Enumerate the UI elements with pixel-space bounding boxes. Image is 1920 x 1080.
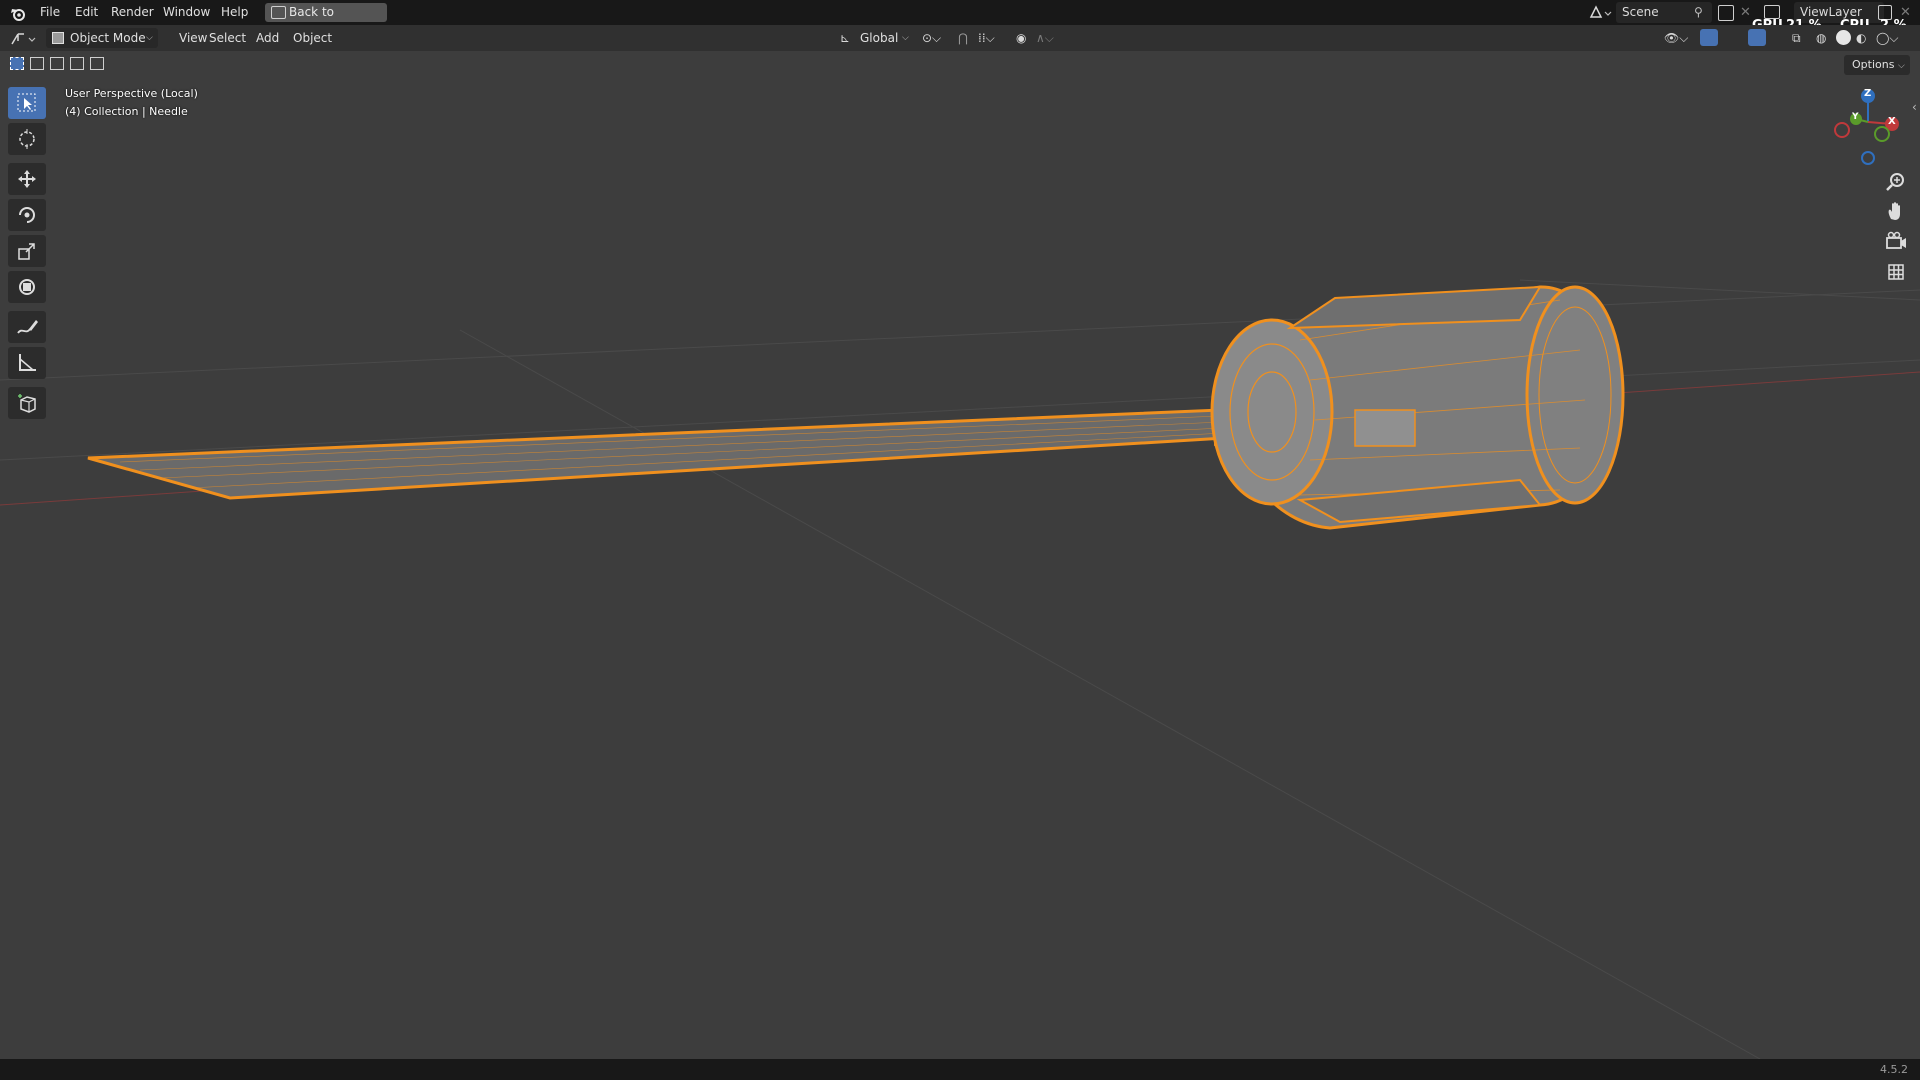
orientation-dropdown[interactable]: ⊾ Global ⌵: [836, 28, 914, 48]
move-tool[interactable]: [8, 163, 46, 195]
gizmo-toggle-icon[interactable]: [1700, 29, 1718, 46]
scale-tool[interactable]: [8, 235, 46, 267]
sidebar-toggle-icon[interactable]: ‹: [1912, 100, 1917, 114]
hand-icon: [1888, 202, 1900, 220]
header-menu-add[interactable]: Add: [251, 25, 284, 51]
menu-file[interactable]: File: [34, 0, 66, 25]
overlay-toggle-icon[interactable]: [1748, 29, 1766, 46]
snap-toggle-icon[interactable]: ⋂: [958, 25, 968, 51]
object-mode-label: Object Mode: [70, 31, 146, 45]
object-mode-dropdown[interactable]: Object Mode ⌵: [46, 28, 158, 48]
version-label: 4.5.2: [1880, 1063, 1908, 1076]
visibility-icon[interactable]: 👁⌵: [1664, 25, 1688, 51]
new-scene-icon[interactable]: [1718, 5, 1734, 21]
chevron-down-icon: ⌵: [902, 33, 909, 43]
rendered-shading-icon[interactable]: ◯⌵: [1876, 25, 1899, 51]
needle-object[interactable]: [87, 285, 1625, 530]
pan-button[interactable]: [1883, 199, 1909, 225]
top-bar: File Edit Render Window Help Back to Pre…: [0, 0, 1920, 38]
scale-icon: [18, 243, 35, 260]
zoom-button[interactable]: [1883, 169, 1909, 195]
delete-scene-icon[interactable]: ✕: [1740, 0, 1751, 25]
scene-selector-icon[interactable]: [1588, 4, 1614, 21]
measure-tool[interactable]: [8, 347, 46, 379]
gizmo-x-label: X: [1888, 116, 1896, 127]
pivot-point-icon[interactable]: ⊙⌵: [922, 25, 941, 51]
menu-help[interactable]: Help: [215, 0, 254, 25]
menu-render[interactable]: Render: [105, 0, 160, 25]
header-menu-object[interactable]: Object: [288, 25, 337, 51]
navigation-gizmo[interactable]: Z X Y: [1830, 84, 1910, 168]
3d-viewport[interactable]: User Perspective (Local) (4) Collection …: [0, 51, 1920, 1059]
transform-icon: [19, 279, 35, 295]
measure-icon: [19, 354, 36, 371]
pin-icon[interactable]: ⚲: [1694, 2, 1703, 23]
add-cube-icon: [18, 394, 36, 413]
zoom-icon: [1886, 173, 1904, 191]
rotate-tool[interactable]: [8, 199, 46, 231]
viewport-perspective-label: User Perspective (Local): [65, 87, 198, 100]
viewport-canvas[interactable]: [0, 51, 1920, 1059]
perspective-toggle-button[interactable]: [1883, 259, 1909, 285]
header-menu-select[interactable]: Select: [204, 25, 251, 51]
cursor-tool[interactable]: [8, 123, 46, 155]
add-cube-tool[interactable]: [8, 387, 46, 419]
object-mode-icon: [52, 32, 64, 44]
scene-field[interactable]: Scene ⚲: [1616, 2, 1712, 23]
viewport-collection-label: (4) Collection | Needle: [65, 105, 188, 118]
wireframe-shading-icon[interactable]: ◍: [1816, 25, 1826, 51]
chevron-down-icon: ⌵: [146, 33, 153, 43]
viewport-header: Object Mode ⌵ View Select Add Object ⊾ G…: [0, 25, 1920, 51]
gizmo-y-label: Y: [1852, 112, 1859, 122]
floor-grid: [0, 279, 1920, 1059]
select-box-icon: [17, 93, 36, 112]
scene-name: Scene: [1622, 5, 1659, 19]
transform-tool[interactable]: [8, 271, 46, 303]
viewlayer-selector-icon[interactable]: [1764, 5, 1780, 19]
proportional-editing-icon[interactable]: ◉: [1016, 25, 1026, 51]
move-icon: [18, 170, 36, 188]
rotate-icon: [19, 207, 35, 223]
select-box-tool[interactable]: [8, 87, 46, 119]
falloff-icon[interactable]: ∧⌵: [1036, 25, 1054, 51]
snap-target-icon[interactable]: ⁞⁞⌵: [978, 25, 995, 51]
back-to-previous-button[interactable]: Back to Previous: [265, 3, 387, 38]
handle-grip-slot: [1354, 409, 1416, 447]
screen-icon: [271, 6, 286, 19]
annotate-tool[interactable]: [8, 311, 46, 343]
xray-toggle-icon[interactable]: ⧉: [1792, 25, 1801, 51]
camera-icon: [1886, 231, 1906, 249]
menu-window[interactable]: Window: [157, 0, 216, 25]
camera-view-button[interactable]: [1883, 229, 1909, 255]
solid-shading-icon[interactable]: [1836, 30, 1851, 45]
handle-back-face: [1525, 285, 1625, 505]
cursor-icon: [19, 129, 35, 149]
menu-edit[interactable]: Edit: [69, 0, 104, 25]
gizmo-z-label: Z: [1864, 88, 1872, 99]
orientation-label: Global: [860, 31, 899, 45]
status-bar: 4.5.2: [0, 1059, 1920, 1080]
orientation-icon: ⊾: [840, 31, 851, 45]
annotate-icon: [17, 320, 38, 334]
material-shading-icon[interactable]: ◐: [1856, 25, 1866, 51]
grid-icon: [1888, 264, 1904, 280]
